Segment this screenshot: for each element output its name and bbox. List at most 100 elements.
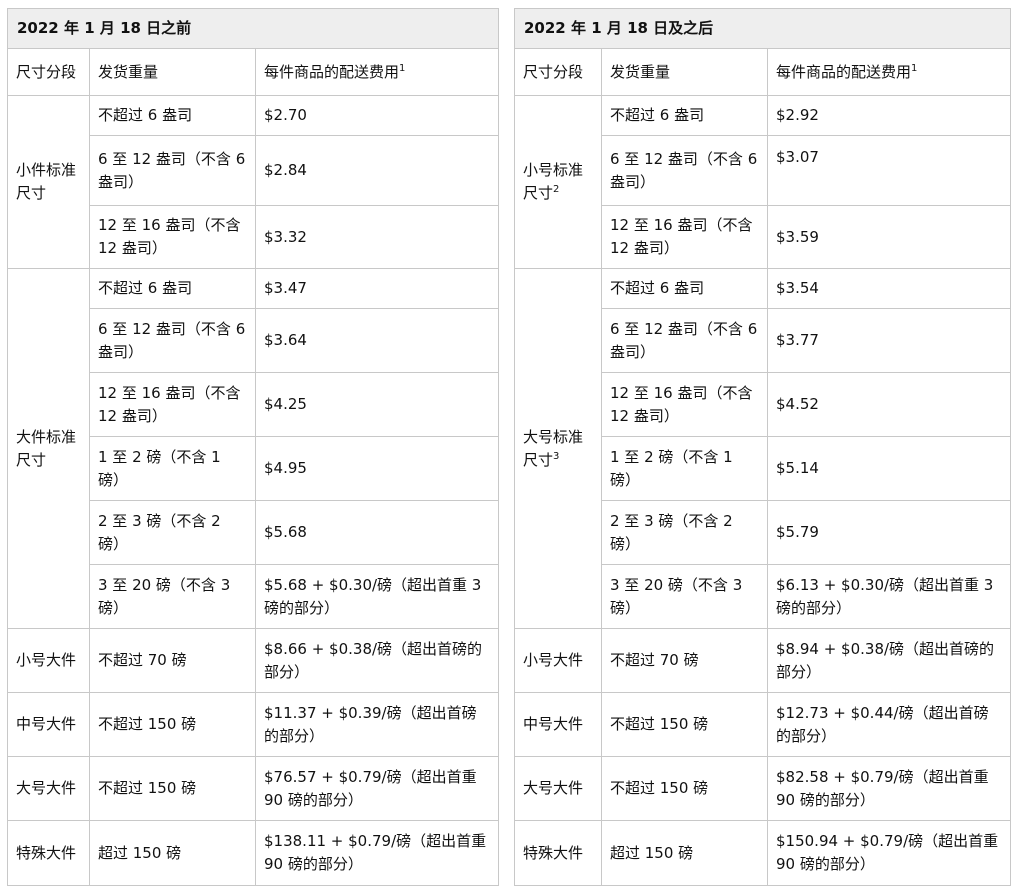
table-title: 2022 年 1 月 18 日之前	[6, 8, 500, 49]
column-header-tier: 尺寸分段	[7, 48, 90, 96]
footnote-marker: 1	[399, 62, 406, 74]
fee-cell: $12.73 + $0.44/磅（超出首磅的部分）	[766, 692, 1012, 757]
fee-cell: $6.13 + $0.30/磅（超出首重 3 磅的部分）	[766, 564, 1012, 629]
weight-cell: 12 至 16 盎司（不含 12 盎司）	[601, 205, 768, 269]
tier-cell: 大号大件	[514, 756, 602, 821]
weight-cell: 超过 150 磅	[601, 820, 768, 886]
tier-cell: 小号大件	[514, 628, 602, 693]
weight-cell: 12 至 16 盎司（不含 12 盎司）	[601, 372, 768, 437]
fee-cell: $82.58 + $0.79/磅（超出首重 90 磅的部分）	[766, 756, 1012, 821]
tier-cell: 特殊大件	[514, 820, 602, 886]
column-header-weight: 发货重量	[89, 48, 256, 96]
tier-cell: 大号大件	[7, 756, 90, 821]
column-header-fee-label: 每件商品的配送费用	[264, 62, 400, 81]
fee-cell: $3.32	[254, 205, 500, 269]
table-row: 特殊大件 超过 150 磅 $150.94 + $0.79/磅（超出首重 90 …	[514, 820, 1012, 886]
fee-cell: $3.54	[766, 268, 1012, 309]
table-row: 小号标准尺寸2 不超过 6 盎司 $2.92	[514, 95, 1012, 269]
tier-label: 小号标准尺寸	[523, 161, 584, 202]
fee-table-before: 2022 年 1 月 18 日之前 尺寸分段 发货重量 每件商品的配送费用1 小…	[6, 8, 500, 886]
footnote-marker: 3	[553, 450, 560, 462]
tier-cell-large-standard: 大件标准尺寸	[7, 268, 90, 629]
column-header-tier: 尺寸分段	[514, 48, 602, 96]
fee-table-after-panel: 2022 年 1 月 18 日及之后 尺寸分段 发货重量 每件商品的配送费用 1 …	[513, 8, 1012, 886]
table-row: 大号大件 不超过 150 磅 $82.58 + $0.79/磅（超出首重 90 …	[514, 756, 1012, 821]
weight-cell: 不超过 70 磅	[89, 628, 256, 693]
fee-cell: $150.94 + $0.79/磅（超出首重 90 磅的部分）	[766, 820, 1012, 886]
fee-cell: $2.92	[766, 95, 1012, 136]
table-row: 大件标准尺寸 不超过 6 盎司 $3.47	[7, 268, 500, 629]
fee-cell: $8.66 + $0.38/磅（超出首磅的部分）	[254, 628, 500, 693]
fee-cell: $8.94 + $0.38/磅（超出首磅的部分）	[766, 628, 1012, 693]
column-header-weight: 发货重量	[601, 48, 768, 96]
tier-cell-small-standard: 小号标准尺寸2	[514, 95, 602, 269]
fee-cell: $3.64	[254, 308, 500, 373]
column-header-row: 尺寸分段 发货重量 每件商品的配送费用1	[514, 48, 1012, 96]
table-row: 大号大件 不超过 150 磅 $76.57 + $0.79/磅（超出首重 90 …	[7, 756, 500, 821]
column-header-row: 尺寸分段 发货重量 每件商品的配送费用1	[7, 48, 500, 96]
tier-cell: 中号大件	[7, 692, 90, 757]
fee-cell: $3.07	[766, 135, 1012, 206]
weight-cell: 不超过 6 盎司	[89, 268, 256, 309]
fee-cell: $11.37 + $0.39/磅（超出首磅的部分）	[254, 692, 500, 757]
weight-cell: 2 至 3 磅（不含 2 磅）	[89, 500, 256, 565]
weight-cell: 6 至 12 盎司（不含 6 盎司）	[601, 135, 768, 206]
column-header-fee: 每件商品的配送费用1	[766, 48, 1012, 96]
fee-cell: $76.57 + $0.79/磅（超出首重 90 磅的部分）	[254, 756, 500, 821]
weight-cell: 不超过 70 磅	[601, 628, 768, 693]
weight-cell: 不超过 6 盎司	[601, 268, 768, 309]
fee-cell: $5.14	[766, 436, 1012, 501]
weight-cell: 不超过 6 盎司	[89, 95, 256, 136]
weight-cell: 6 至 12 盎司（不含 6 盎司）	[89, 308, 256, 373]
footnote-marker: 2	[553, 184, 560, 195]
fee-cell: $3.47	[254, 268, 500, 309]
tier-cell: 中号大件	[514, 692, 602, 757]
fee-cell: $5.68 + $0.30/磅（超出首重 3 磅的部分）	[254, 564, 500, 629]
weight-cell: 6 至 12 盎司（不含 6 盎司）	[601, 308, 768, 373]
weight-cell: 不超过 150 磅	[601, 692, 768, 757]
weight-cell: 1 至 2 磅（不含 1 磅）	[89, 436, 256, 501]
fee-cell: $2.84	[254, 135, 500, 206]
tier-cell: 特殊大件	[7, 820, 90, 886]
table-row: 大号标准尺寸3 不超过 6 盎司 $3.54	[514, 268, 1012, 629]
fee-cell: $3.59	[766, 205, 1012, 269]
weight-cell: 6 至 12 盎司（不含 6 盎司）	[89, 135, 256, 206]
table-row: 特殊大件 超过 150 磅 $138.11 + $0.79/磅（超出首重 90 …	[7, 820, 500, 886]
table-row: 小件标准尺寸 不超过 6 盎司 $2.70	[7, 95, 500, 269]
fee-table-after: 2022 年 1 月 18 日及之后 尺寸分段 发货重量 每件商品的配送费用 1 …	[513, 8, 1012, 886]
weight-cell: 3 至 20 磅（不含 3 磅）	[601, 564, 768, 629]
tier-cell-small-standard: 小件标准尺寸	[7, 95, 90, 269]
tier-label: 大件标准尺寸	[16, 427, 77, 469]
column-header-fee-label: 每件商品的配送费用	[776, 62, 912, 81]
weight-cell: 12 至 16 盎司（不含 12 盎司）	[89, 205, 256, 269]
table-row: 中号大件 不超过 150 磅 $11.37 + $0.39/磅（超出首磅的部分）	[7, 692, 500, 757]
table-row: 中号大件 不超过 150 磅 $12.73 + $0.44/磅（超出首磅的部分）	[514, 692, 1012, 757]
fee-cell: $4.95	[254, 436, 500, 501]
weight-cell: 2 至 3 磅（不含 2 磅）	[601, 500, 768, 565]
tier-label: 小件标准尺寸	[16, 161, 77, 202]
tier-label: 大号标准尺寸	[523, 427, 584, 469]
weight-cell: 3 至 20 磅（不含 3 磅）	[89, 564, 256, 629]
footnote-marker: 1	[911, 62, 918, 74]
weight-cell: 不超过 150 磅	[601, 756, 768, 821]
fee-cell: $4.25	[254, 372, 500, 437]
weight-cell: 不超过 6 盎司	[601, 95, 768, 136]
fee-table-before-panel: 2022 年 1 月 18 日之前 尺寸分段 发货重量 每件商品的配送费用1 小…	[6, 8, 500, 886]
table-title: 2022 年 1 月 18 日及之后	[513, 8, 1012, 49]
tier-cell-large-standard: 大号标准尺寸3	[514, 268, 602, 629]
weight-cell: 不超过 150 磅	[89, 692, 256, 757]
fee-cell: $138.11 + $0.79/磅（超出首重 90 磅的部分）	[254, 820, 500, 886]
fee-cell: $5.79	[766, 500, 1012, 565]
table-row: 小号大件 不超过 70 磅 $8.94 + $0.38/磅（超出首磅的部分）	[514, 628, 1012, 693]
fee-cell: $5.68	[254, 500, 500, 565]
table-row: 小号大件 不超过 70 磅 $8.66 + $0.38/磅（超出首磅的部分）	[7, 628, 500, 693]
fee-cell: $3.77	[766, 308, 1012, 373]
tier-cell: 小号大件	[7, 628, 90, 693]
fee-cell: $4.52	[766, 372, 1012, 437]
column-header-fee: 每件商品的配送费用1	[254, 48, 500, 96]
weight-cell: 超过 150 磅	[89, 820, 256, 886]
weight-cell: 1 至 2 磅（不含 1 磅）	[601, 436, 768, 501]
weight-cell: 12 至 16 盎司（不含 12 盎司）	[89, 372, 256, 437]
weight-cell: 不超过 150 磅	[89, 756, 256, 821]
fee-cell: $2.70	[254, 95, 500, 136]
